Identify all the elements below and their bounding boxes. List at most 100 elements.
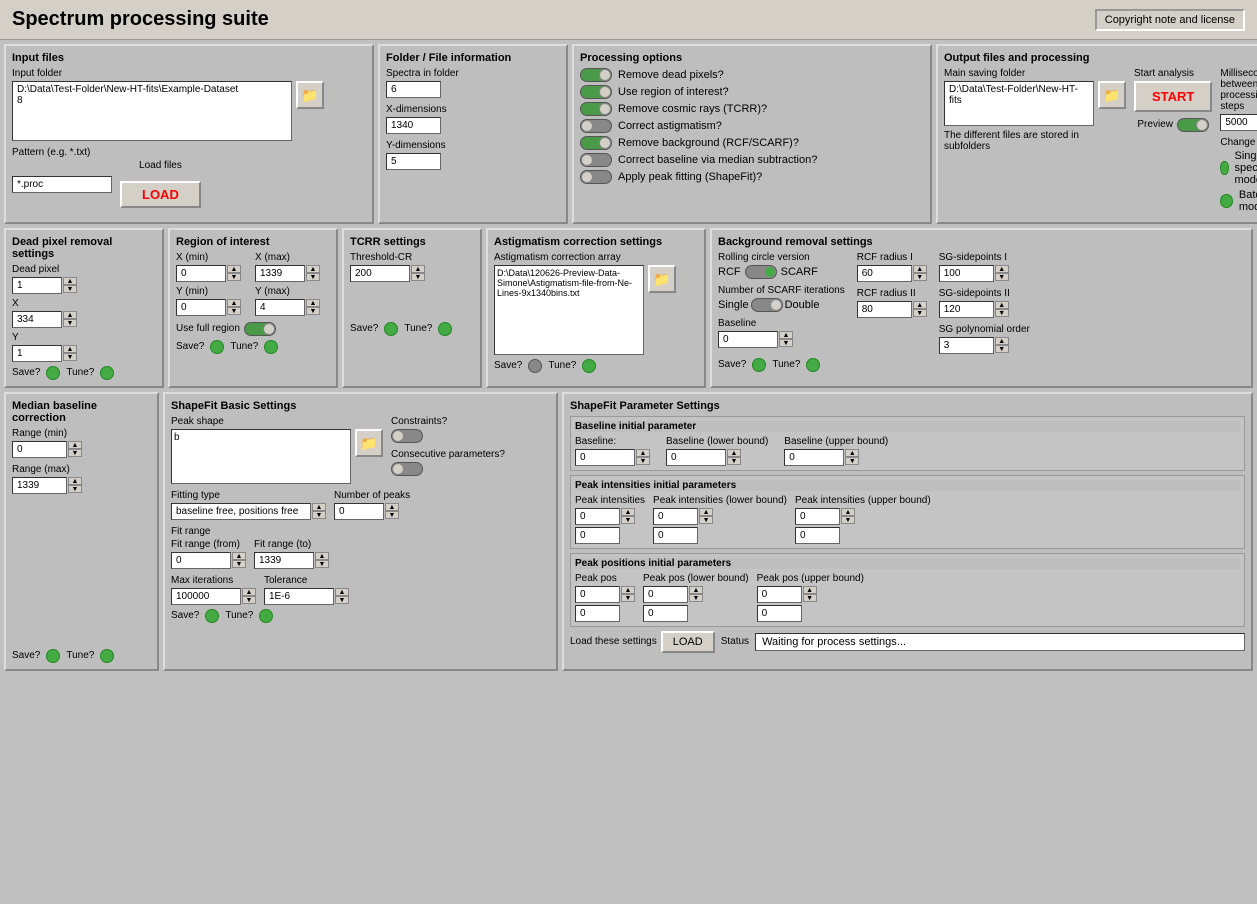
dead-pixel-y-field[interactable] bbox=[12, 345, 62, 362]
baseline-upper-up[interactable]: ▲ bbox=[845, 449, 859, 457]
peak-int-up1[interactable]: ▲ bbox=[621, 508, 635, 516]
toggle-median[interactable] bbox=[580, 153, 612, 167]
roi-xmin-down[interactable]: ▼ bbox=[227, 273, 241, 281]
peak-int-down1[interactable]: ▼ bbox=[621, 516, 635, 524]
peak-int-lower-up1[interactable]: ▲ bbox=[699, 508, 713, 516]
fit-range-to-field[interactable] bbox=[254, 552, 314, 569]
toggle-shapefit[interactable] bbox=[580, 170, 612, 184]
single-double-toggle[interactable] bbox=[751, 298, 783, 312]
roi-xmin-field[interactable] bbox=[176, 265, 226, 282]
max-iter-up[interactable]: ▲ bbox=[242, 588, 256, 596]
median-tune-dot[interactable] bbox=[100, 649, 114, 663]
shapefit-save-dot[interactable] bbox=[205, 609, 219, 623]
dead-pixel-field[interactable] bbox=[12, 277, 62, 294]
sg-poly-field[interactable] bbox=[939, 337, 994, 354]
peak-pos-lower-field2[interactable] bbox=[643, 605, 688, 622]
max-iter-down[interactable]: ▼ bbox=[242, 596, 256, 604]
median-save-dot[interactable] bbox=[46, 649, 60, 663]
fitting-type-field[interactable] bbox=[171, 503, 311, 520]
dead-pixel-down[interactable]: ▼ bbox=[63, 285, 77, 293]
baseline-lower-field[interactable] bbox=[666, 449, 726, 466]
range-max-field[interactable] bbox=[12, 477, 67, 494]
tcrr-tune-dot[interactable] bbox=[438, 322, 452, 336]
baseline-val-field[interactable] bbox=[575, 449, 635, 466]
constraints-toggle[interactable] bbox=[391, 429, 423, 443]
num-peaks-down[interactable]: ▼ bbox=[385, 511, 399, 519]
range-min-field[interactable] bbox=[12, 441, 67, 458]
threshold-down[interactable]: ▼ bbox=[411, 273, 425, 281]
tcrr-save-dot[interactable] bbox=[384, 322, 398, 336]
rcf-radius-i-down[interactable]: ▼ bbox=[913, 273, 927, 281]
roi-ymax-down[interactable]: ▼ bbox=[306, 307, 320, 315]
roi-ymax-up[interactable]: ▲ bbox=[306, 299, 320, 307]
peak-pos-upper-field2[interactable] bbox=[757, 605, 802, 622]
dead-pixel-y-down[interactable]: ▼ bbox=[63, 353, 77, 361]
roi-xmax-field[interactable] bbox=[255, 265, 305, 282]
dead-pixel-x-up[interactable]: ▲ bbox=[63, 311, 77, 319]
pattern-field[interactable] bbox=[12, 176, 112, 193]
baseline-lower-up[interactable]: ▲ bbox=[727, 449, 741, 457]
roi-full-region-toggle[interactable] bbox=[244, 322, 276, 336]
background-save-dot[interactable] bbox=[752, 358, 766, 372]
toggle-astigmatism[interactable] bbox=[580, 119, 612, 133]
fit-range-to-down[interactable]: ▼ bbox=[315, 560, 329, 568]
peak-int-field2[interactable] bbox=[575, 527, 620, 544]
preview-toggle[interactable] bbox=[1177, 118, 1209, 132]
peak-pos-upper-up1[interactable]: ▲ bbox=[803, 586, 817, 594]
roi-xmax-up[interactable]: ▲ bbox=[306, 265, 320, 273]
peak-int-field1[interactable] bbox=[575, 508, 620, 525]
toggle-roi[interactable] bbox=[580, 85, 612, 99]
spectra-value[interactable] bbox=[386, 81, 441, 98]
baseline-upper-down[interactable]: ▼ bbox=[845, 457, 859, 465]
start-button[interactable]: START bbox=[1134, 81, 1212, 112]
main-saving-folder-field[interactable]: D:\Data\Test-Folder\New-HT-fits bbox=[944, 81, 1094, 126]
fitting-type-up[interactable]: ▲ bbox=[312, 503, 326, 511]
baseline-down[interactable]: ▼ bbox=[779, 339, 793, 347]
peak-pos-upper-field1[interactable] bbox=[757, 586, 802, 603]
tolerance-field[interactable] bbox=[264, 588, 334, 605]
browse-folder-button[interactable]: 📁 bbox=[296, 81, 324, 109]
dead-pixel-x-down[interactable]: ▼ bbox=[63, 319, 77, 327]
sg-sidepoints-ii-field[interactable] bbox=[939, 301, 994, 318]
threshold-up[interactable]: ▲ bbox=[411, 265, 425, 273]
peak-int-upper-field2[interactable] bbox=[795, 527, 840, 544]
peak-int-lower-field1[interactable] bbox=[653, 508, 698, 525]
sg-poly-down[interactable]: ▼ bbox=[995, 345, 1009, 353]
dead-pixel-save-dot[interactable] bbox=[46, 366, 60, 380]
peak-pos-lower-up1[interactable]: ▲ bbox=[689, 586, 703, 594]
dead-pixel-y-up[interactable]: ▲ bbox=[63, 345, 77, 353]
browse-astigmatism-button[interactable]: 📁 bbox=[648, 265, 676, 293]
rcf-radius-i-up[interactable]: ▲ bbox=[913, 265, 927, 273]
range-max-down[interactable]: ▼ bbox=[68, 485, 82, 493]
rcf-scarf-toggle[interactable] bbox=[745, 265, 777, 279]
sg-sidepoints-i-down[interactable]: ▼ bbox=[995, 273, 1009, 281]
astigmatism-array-field[interactable]: D:\Data\120626-Preview-Data-Simone\Astig… bbox=[494, 265, 644, 355]
sg-sidepoints-ii-down[interactable]: ▼ bbox=[995, 309, 1009, 317]
baseline-val-up[interactable]: ▲ bbox=[636, 449, 650, 457]
dead-pixel-up[interactable]: ▲ bbox=[63, 277, 77, 285]
roi-ymin-down[interactable]: ▼ bbox=[227, 307, 241, 315]
rcf-radius-i-field[interactable] bbox=[857, 265, 912, 282]
peak-int-lower-field2[interactable] bbox=[653, 527, 698, 544]
baseline-upper-field[interactable] bbox=[784, 449, 844, 466]
rcf-radius-ii-down[interactable]: ▼ bbox=[913, 309, 927, 317]
peak-pos-field2[interactable] bbox=[575, 605, 620, 622]
sg-sidepoints-ii-up[interactable]: ▲ bbox=[995, 301, 1009, 309]
toggle-background[interactable] bbox=[580, 136, 612, 150]
peak-int-upper-field1[interactable] bbox=[795, 508, 840, 525]
peak-pos-down1[interactable]: ▼ bbox=[621, 594, 635, 602]
consecutive-toggle[interactable] bbox=[391, 462, 423, 476]
range-min-down[interactable]: ▼ bbox=[68, 449, 82, 457]
xdim-value[interactable] bbox=[386, 117, 441, 134]
sg-poly-up[interactable]: ▲ bbox=[995, 337, 1009, 345]
roi-save-dot[interactable] bbox=[210, 340, 224, 354]
peak-pos-upper-down1[interactable]: ▼ bbox=[803, 594, 817, 602]
peak-int-upper-down1[interactable]: ▼ bbox=[841, 516, 855, 524]
peak-int-upper-up1[interactable]: ▲ bbox=[841, 508, 855, 516]
dead-pixel-x-field[interactable] bbox=[12, 311, 62, 328]
roi-xmin-up[interactable]: ▲ bbox=[227, 265, 241, 273]
fit-range-from-down[interactable]: ▼ bbox=[232, 560, 246, 568]
toggle-cosmic[interactable] bbox=[580, 102, 612, 116]
dead-pixel-tune-dot[interactable] bbox=[100, 366, 114, 380]
copyright-button[interactable]: Copyright note and license bbox=[1095, 9, 1245, 31]
